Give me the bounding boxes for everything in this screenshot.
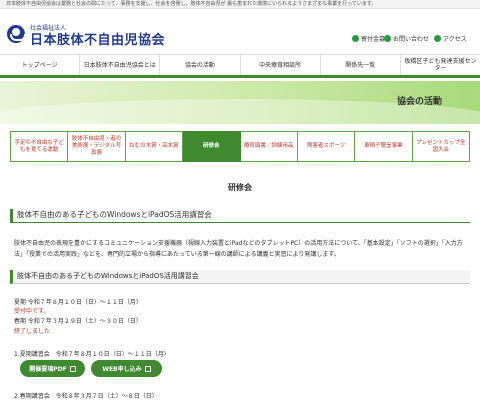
schedule-summer-status: 受付中です。 [14, 308, 50, 315]
subnav-item[interactable]: 障害者スポーツ [297, 131, 356, 162]
arrow-circle-icon [434, 35, 441, 42]
top-tagline: 日本肢体不自由児協会は業務と社会の間にたって、事務を支援し、社会を啓発し、肢体不… [0, 0, 480, 9]
external-link-icon [69, 365, 76, 372]
site-header: 社会福祉法人 日本肢体不自由児協会 寄付金募集 お問い合わせ アクセス [0, 9, 480, 49]
subnav-item[interactable]: 手足の不自由な子どもを育てる運動 [10, 131, 69, 162]
gnav-links[interactable]: 関係先一覧 [319, 55, 400, 75]
external-link-icon [144, 365, 151, 372]
subnav-item[interactable]: プレゼントカップ全国大会 [412, 131, 470, 162]
gnav-activities[interactable]: 協会の活動 [159, 55, 239, 75]
course-1-title: 1.夏期講習会 令和７年８月１０日（日）～１１日（月） [14, 351, 170, 358]
section-heading: 肢体不自由のある子どものWindowsとiPadOS活用講習会 [10, 209, 470, 223]
activity-subnav: 手足の不自由な子どもを育てる運動 肢体不自由児・者の美術展・デジタル写真展 ねむ… [10, 131, 470, 162]
schedule-summer: 夏期 令和７年８月１０日（日）～１１日（月） [14, 299, 142, 306]
arrow-circle-icon [384, 35, 391, 42]
subnav-item[interactable]: 肢体不自由児・者の美術展・デジタル写真展 [68, 131, 126, 162]
subnav-item[interactable]: 車椅子贈呈事業 [355, 131, 413, 162]
banner-title: 協会の活動 [396, 97, 442, 107]
gnav-itabashi-center[interactable]: 板橋区子ども発達支援センター [399, 55, 480, 75]
subnav-item[interactable]: 療育図書／訓練用品 [240, 131, 298, 162]
org-name[interactable]: 日本肢体不自由児協会 [30, 29, 165, 48]
arrow-circle-icon [352, 35, 359, 42]
subnav-item[interactable]: ねむの木賞・高木賞 [125, 131, 184, 162]
logo-icon[interactable] [7, 25, 26, 43]
schedule-spring: 春期 令和７年３月２９日（土）～３０日（日） [14, 318, 142, 325]
page-title: 研修会 [228, 183, 252, 192]
page-banner: 協会の活動 [0, 81, 480, 124]
gnav-about[interactable]: 日本肢体不自由児協会とは [79, 55, 159, 75]
web-apply-button[interactable]: WEB申し込み [91, 360, 162, 377]
section-description: 肢体不自由児の表現を豊かにするコミュニケーション支援機器（視線入力装置とiPad… [14, 240, 463, 258]
gnav-top[interactable]: トップページ [0, 55, 79, 75]
access-link[interactable]: アクセス [434, 34, 467, 43]
gnav-consultation[interactable]: 中央療育相談所 [239, 55, 320, 75]
pdf-guidelines-button[interactable]: 開催要項PDF [20, 360, 85, 377]
subnav-item-active[interactable]: 研修会 [183, 131, 241, 162]
schedule-spring-status: 終了しました [14, 328, 51, 335]
global-nav: トップページ 日本肢体不自由児協会とは 協会の活動 中央療育相談所 関係先一覧 … [0, 54, 480, 78]
section-subheading: 肢体不自由のある子どものWindowsとiPadOS活用講習会 [10, 270, 470, 284]
contact-link[interactable]: お問い合わせ [384, 34, 429, 43]
course-2-title: 2.春期講習会 令和８年３月７日（土）～８日（日） [14, 393, 158, 400]
